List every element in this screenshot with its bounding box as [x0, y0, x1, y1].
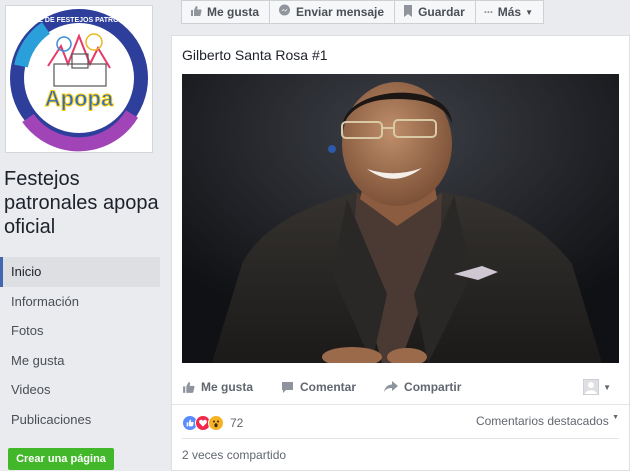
divider — [182, 438, 619, 439]
share-button[interactable]: Compartir — [384, 380, 461, 394]
more-button[interactable]: ··· Más ▼ — [475, 0, 545, 24]
page-title[interactable]: Festejos patronales apopa oficial — [4, 167, 164, 239]
page-action-bar: Me gusta Enviar mensaje Guardar ··· Más … — [181, 0, 545, 24]
nav-item-me-gusta[interactable]: Me gusta — [0, 346, 160, 376]
page-avatar-icon — [583, 379, 600, 395]
thumbs-up-icon — [183, 381, 195, 393]
post-actions: Me gusta Comentar Compartir ▼ — [182, 374, 619, 400]
create-page-button[interactable]: Crear una página — [8, 448, 114, 470]
nav-item-inicio[interactable]: Inicio — [0, 257, 160, 287]
nav-item-fotos[interactable]: Fotos — [0, 316, 160, 346]
send-message-label: Enviar mensaje — [296, 5, 385, 19]
comment-button[interactable]: Comentar — [281, 380, 356, 394]
comment-icon — [282, 381, 294, 393]
save-button[interactable]: Guardar — [395, 0, 476, 24]
reactions-summary[interactable]: 72 — [182, 413, 243, 433]
post-card: Gilberto Santa Rosa #1 Me gusta Comentar… — [171, 35, 630, 471]
divider — [172, 404, 629, 405]
share-arrow-icon — [384, 381, 399, 392]
more-label: Más — [497, 5, 522, 19]
send-message-button[interactable]: Enviar mensaje — [270, 0, 396, 24]
left-column: Apopa COMITE DE FESTEJOS PATRONALES Fest… — [0, 0, 170, 471]
logo-brand-text: Apopa — [45, 86, 114, 111]
post-like-label: Me gusta — [201, 380, 254, 394]
nav-item-publicaciones[interactable]: Publicaciones — [0, 405, 160, 435]
caret-down-icon: ▼ — [612, 414, 619, 421]
nav-item-videos[interactable]: Videos — [0, 375, 160, 405]
post-title: Gilberto Santa Rosa #1 — [182, 47, 328, 63]
comment-label: Comentar — [300, 380, 357, 394]
page-like-button[interactable]: Me gusta — [181, 0, 271, 24]
committee-logo: Apopa COMITE DE FESTEJOS PATRONALES — [6, 6, 152, 152]
post-photo[interactable] — [182, 74, 619, 363]
reaction-count: 72 — [230, 416, 244, 430]
nav-item-informacion[interactable]: Información — [0, 287, 160, 317]
thumbs-up-icon — [190, 5, 202, 20]
caret-down-icon: ▼ — [525, 7, 534, 17]
shares-count[interactable]: 2 veces compartido — [182, 448, 286, 462]
save-label: Guardar — [418, 5, 465, 19]
wow-icon — [208, 415, 224, 431]
page-like-label: Me gusta — [207, 5, 260, 19]
post-as-selector[interactable]: ▼ — [583, 379, 611, 395]
logo-arc-text: COMITE DE FESTEJOS PATRONALES — [16, 17, 143, 24]
featured-comments-label: Comentarios destacados — [475, 414, 609, 428]
page-nav: Inicio Información Fotos Me gusta Videos… — [0, 257, 160, 434]
post-like-button[interactable]: Me gusta — [182, 380, 253, 394]
profile-picture[interactable]: Apopa COMITE DE FESTEJOS PATRONALES — [5, 5, 153, 153]
bookmark-icon — [403, 4, 413, 20]
share-label: Compartir — [404, 380, 462, 394]
featured-comments-dropdown[interactable]: Comentarios destacados ▼ — [476, 414, 619, 428]
messenger-icon — [278, 4, 291, 20]
caret-down-icon: ▼ — [603, 382, 611, 392]
more-dots-icon: ··· — [483, 5, 494, 19]
